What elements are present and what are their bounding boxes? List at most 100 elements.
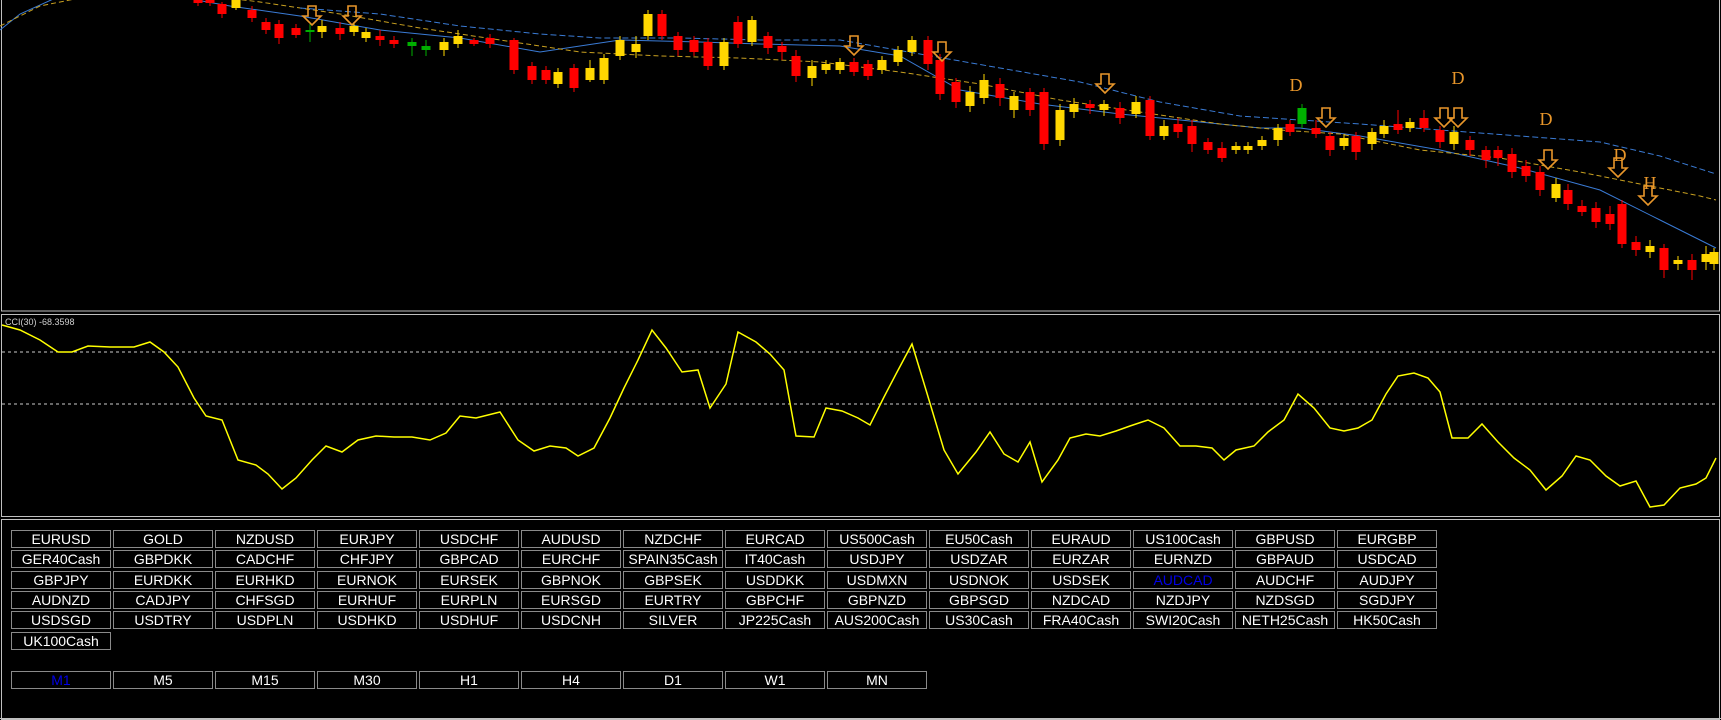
signal-marker: D	[1614, 145, 1627, 165]
symbol-button-gbpnzd[interactable]: GBPNZD	[827, 590, 927, 609]
price-candle	[1039, 88, 1049, 150]
symbol-button-hk50cash[interactable]: HK50Cash	[1337, 611, 1437, 630]
timeframe-button-row: M1 M5 M15 M30 H1 H4 D1 W1 MN	[11, 671, 929, 689]
symbol-row: GER40Cash GBPDKK CADCHF CHFJPY GBPCAD EURCHF S…	[11, 550, 1439, 569]
symbol-button-gbpsgd[interactable]: GBPSGD	[929, 590, 1029, 609]
symbol-button-eurhuf[interactable]: EURHUF	[317, 590, 417, 609]
symbol-button-nzdcad[interactable]: NZDCAD	[1031, 590, 1131, 609]
symbol-button-euraud[interactable]: EURAUD	[1031, 530, 1131, 548]
price-candle	[509, 38, 519, 74]
symbol-button-audnzd[interactable]: AUDNZD	[11, 590, 111, 609]
symbol-button-eurdkk[interactable]: EURDKK	[113, 570, 213, 589]
symbol-button-spain35cash[interactable]: SPAIN35Cash	[623, 550, 723, 569]
symbol-button-chfjpy[interactable]: CHFJPY	[317, 550, 417, 569]
symbol-button-chfsgd[interactable]: CHFSGD	[215, 590, 315, 609]
symbol-button-eursek[interactable]: EURSEK	[419, 570, 519, 589]
timeframe-button-h4[interactable]: H4	[521, 671, 621, 689]
symbol-button-jp225cash[interactable]: JP225Cash	[725, 611, 825, 630]
symbol-button-usdtry[interactable]: USDTRY	[113, 611, 213, 630]
price-candle	[1055, 104, 1065, 146]
symbol-button-uk100cash[interactable]: UK100Cash	[11, 631, 111, 650]
symbol-button-eursgd[interactable]: EURSGD	[521, 590, 621, 609]
symbol-button-nzdchf[interactable]: NZDCHF	[623, 530, 723, 548]
symbol-button-usdmxn[interactable]: USDMXN	[827, 570, 927, 589]
symbol-button-cadchf[interactable]: CADCHF	[215, 550, 315, 569]
symbol-button-usdhkd[interactable]: USDHKD	[317, 611, 417, 630]
symbol-button-eurhkd[interactable]: EURHKD	[215, 570, 315, 589]
symbol-row: EURUSD GOLD NZDUSD EURJPY USDCHF AUDUSD NZDCHF…	[11, 530, 1439, 548]
symbol-button-swi20cash[interactable]: SWI20Cash	[1133, 611, 1233, 630]
symbol-button-gbpdkk[interactable]: GBPDKK	[113, 550, 213, 569]
symbol-button-usdsek[interactable]: USDSEK	[1031, 570, 1131, 589]
symbol-button-usdzar[interactable]: USDZAR	[929, 550, 1029, 569]
price-candle	[569, 64, 579, 92]
symbol-button-aus200cash[interactable]: AUS200Cash	[827, 611, 927, 630]
symbol-button-gbpsek[interactable]: GBPSEK	[623, 570, 723, 589]
timeframe-button-d1[interactable]: D1	[623, 671, 723, 689]
timeframe-button-w1[interactable]: W1	[725, 671, 825, 689]
symbol-button-eurpln[interactable]: EURPLN	[419, 590, 519, 609]
symbol-button-us100cash[interactable]: US100Cash	[1133, 530, 1233, 548]
symbol-button-eurtry[interactable]: EURTRY	[623, 590, 723, 609]
price-candle	[657, 10, 667, 40]
symbol-button-nzdjpy[interactable]: NZDJPY	[1133, 590, 1233, 609]
cci-indicator-label: CCI(30) -68.3598	[5, 317, 75, 327]
symbol-button-sgdjpy[interactable]: SGDJPY	[1337, 590, 1437, 609]
price-candle	[747, 16, 757, 46]
symbol-button-cadjpy[interactable]: CADJPY	[113, 590, 213, 609]
symbol-button-eurchf[interactable]: EURCHF	[521, 550, 621, 569]
symbol-button-usdjpy[interactable]: USDJPY	[827, 550, 927, 569]
symbol-button-silver[interactable]: SILVER	[623, 611, 723, 630]
symbol-button-eurgbp[interactable]: EURGBP	[1337, 530, 1437, 548]
price-candle	[1617, 200, 1627, 248]
signal-marker: D	[1540, 109, 1553, 129]
timeframe-button-mn[interactable]: MN	[827, 671, 927, 689]
symbol-button-fra40cash[interactable]: FRA40Cash	[1031, 611, 1131, 630]
symbol-button-usdsgd[interactable]: USDSGD	[11, 611, 111, 630]
symbol-button-neth25cash[interactable]: NETH25Cash	[1235, 611, 1335, 630]
timeframe-button-m15[interactable]: M15	[215, 671, 315, 689]
timeframe-button-m5[interactable]: M5	[113, 671, 213, 689]
symbol-button-gbpcad[interactable]: GBPCAD	[419, 550, 519, 569]
symbol-row: GBPJPY EURDKK EURHKD EURNOK EURSEK GBPNOK GBPS…	[11, 570, 1439, 589]
symbol-button-us30cash[interactable]: US30Cash	[929, 611, 1029, 630]
symbol-button-eu50cash[interactable]: EU50Cash	[929, 530, 1029, 548]
symbol-button-us500cash[interactable]: US500Cash	[827, 530, 927, 548]
symbol-button-usddkk[interactable]: USDDKK	[725, 570, 825, 589]
symbol-button-audcad[interactable]: AUDCAD	[1133, 570, 1233, 589]
symbol-button-usdnok[interactable]: USDNOK	[929, 570, 1029, 589]
symbol-button-audchf[interactable]: AUDCHF	[1235, 570, 1335, 589]
symbol-button-gbpnok[interactable]: GBPNOK	[521, 570, 621, 589]
symbol-button-gbpaud[interactable]: GBPAUD	[1235, 550, 1335, 569]
signal-marker: D	[1290, 75, 1303, 95]
symbol-button-gbpchf[interactable]: GBPCHF	[725, 590, 825, 609]
symbol-button-usdcad[interactable]: USDCAD	[1337, 550, 1437, 569]
symbol-button-usdpln[interactable]: USDPLN	[215, 611, 315, 630]
timeframe-button-m1[interactable]: M1	[11, 671, 111, 689]
price-candle	[719, 38, 729, 70]
symbol-button-usdcnh[interactable]: USDCNH	[521, 611, 621, 630]
symbol-button-it40cash[interactable]: IT40Cash	[725, 550, 825, 569]
symbol-button-gbpusd[interactable]: GBPUSD	[1235, 530, 1335, 548]
price-candle	[703, 38, 713, 70]
symbol-button-eurusd[interactable]: EURUSD	[11, 530, 111, 548]
symbol-button-eurjpy[interactable]: EURJPY	[317, 530, 417, 548]
timeframe-button-m30[interactable]: M30	[317, 671, 417, 689]
timeframe-button-h1[interactable]: H1	[419, 671, 519, 689]
signal-marker: D	[1452, 68, 1465, 88]
symbol-button-usdhuf[interactable]: USDHUF	[419, 611, 519, 630]
symbol-button-ger40cash[interactable]: GER40Cash	[11, 550, 111, 569]
symbol-button-audusd[interactable]: AUDUSD	[521, 530, 621, 548]
symbol-button-usdchf[interactable]: USDCHF	[419, 530, 519, 548]
symbol-button-eurcad[interactable]: EURCAD	[725, 530, 825, 548]
symbol-button-gbpjpy[interactable]: GBPJPY	[11, 570, 111, 589]
symbol-button-eurnzd[interactable]: EURNZD	[1133, 550, 1233, 569]
symbol-button-nzdusd[interactable]: NZDUSD	[215, 530, 315, 548]
symbol-button-audjpy[interactable]: AUDJPY	[1337, 570, 1437, 589]
symbol-row: AUDNZD CADJPY CHFSGD EURHUF EURPLN EURSGD EURT…	[11, 590, 1439, 609]
symbol-button-nzdsgd[interactable]: NZDSGD	[1235, 590, 1335, 609]
symbol-row: UK100Cash	[11, 631, 113, 650]
symbol-button-eurnok[interactable]: EURNOK	[317, 570, 417, 589]
symbol-button-eurzar[interactable]: EURZAR	[1031, 550, 1131, 569]
symbol-button-gold[interactable]: GOLD	[113, 530, 213, 548]
